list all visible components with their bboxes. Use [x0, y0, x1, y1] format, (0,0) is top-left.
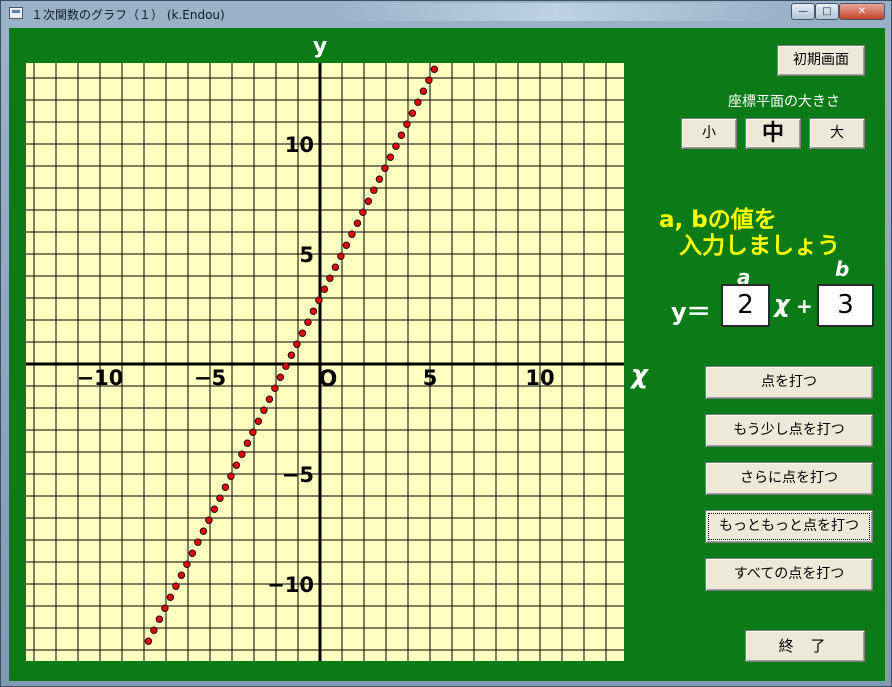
equation-x-symbol: χ: [774, 290, 790, 318]
plotted-point: [392, 142, 400, 150]
plotted-point: [370, 186, 378, 194]
plotted-point: [375, 175, 384, 183]
plotted-point: [282, 362, 290, 370]
plotted-point: [298, 329, 307, 337]
plot-points-button[interactable]: 点を打つ: [705, 366, 873, 399]
exit-button[interactable]: 終 了: [745, 630, 865, 662]
y-tick-label: −10: [267, 573, 314, 597]
plotted-point: [199, 527, 208, 535]
plotted-point: [188, 549, 197, 557]
plotted-point: [166, 593, 175, 601]
equation-y-equals: y＝: [671, 298, 711, 326]
plotted-point: [419, 87, 428, 95]
x-tick-label: −5: [194, 366, 226, 390]
plotted-point: [414, 98, 422, 106]
input-prompt-line2: 入力しましょう: [679, 233, 840, 259]
title-bar[interactable]: １次関数のグラフ（１） (k.Endou) — □ ✕: [1, 1, 891, 27]
equation-plus-sign: +: [796, 294, 813, 318]
plotted-point: [320, 285, 329, 293]
x-axis-label: χ: [629, 360, 650, 390]
plotted-point: [227, 472, 235, 480]
plotted-point: [150, 626, 158, 634]
plot-all-points-button[interactable]: すべての点を打つ: [705, 558, 873, 591]
plotted-point: [216, 494, 224, 502]
plotted-point: [155, 615, 164, 623]
plotted-point: [161, 604, 169, 612]
plotted-point: [293, 340, 301, 348]
plotted-point: [172, 582, 180, 590]
plot-even-more-points-button[interactable]: もっともっと点を打つ: [705, 510, 873, 543]
minimize-button[interactable]: —: [791, 3, 815, 20]
origin-label: O: [319, 367, 338, 392]
coefficient-b-input[interactable]: 3: [817, 284, 874, 327]
plotted-point: [144, 637, 153, 645]
plotted-point: [183, 560, 191, 568]
window-title: １次関数のグラフ（１） (k.Endou): [31, 8, 225, 22]
x-tick-label: −10: [77, 366, 124, 390]
plotted-point: [348, 230, 356, 238]
y-tick-label: 5: [299, 243, 314, 267]
plot-further-points-button[interactable]: さらに点を打つ: [705, 462, 873, 495]
plane-size-caption: 座標平面の大きさ: [728, 94, 840, 110]
plotted-point: [271, 384, 279, 392]
plotted-point: [238, 450, 246, 458]
plotted-point: [331, 263, 340, 271]
coefficient-a-input[interactable]: 2: [721, 284, 770, 327]
plotted-point: [337, 252, 345, 260]
app-icon: [9, 7, 23, 19]
size-small-button[interactable]: 小: [681, 118, 737, 149]
plotted-point: [315, 296, 323, 304]
plotted-point: [243, 439, 252, 447]
plotted-point: [342, 241, 351, 249]
plotted-point: [205, 516, 213, 524]
plot-background: [26, 63, 624, 661]
plotted-point: [364, 197, 373, 205]
title-bar-glass: [331, 3, 781, 21]
close-button[interactable]: ✕: [839, 3, 885, 20]
plotted-point: [359, 208, 367, 216]
y-tick-label: −5: [282, 463, 314, 487]
plotted-point: [397, 131, 406, 139]
plotted-point: [386, 153, 395, 161]
plotted-point: [254, 417, 263, 425]
plotted-point: [381, 164, 389, 172]
plotted-point: [326, 274, 334, 282]
y-tick-label: 10: [285, 133, 314, 157]
plotted-point: [232, 461, 241, 469]
plotted-point: [304, 318, 312, 326]
app-window: １次関数のグラフ（１） (k.Endou) — □ ✕ −10 −5 5 10 10 5−…: [0, 0, 892, 687]
plotted-point: [265, 395, 274, 403]
plotted-point: [276, 373, 285, 381]
y-axis-label: y: [313, 34, 327, 59]
plotted-point: [210, 505, 219, 513]
maximize-button[interactable]: □: [815, 3, 839, 20]
plotted-point: [430, 65, 439, 73]
plotted-point: [221, 483, 230, 491]
reset-button[interactable]: 初期画面: [777, 45, 865, 76]
plotted-point: [309, 307, 318, 315]
x-tick-label: 10: [525, 366, 554, 390]
plotted-point: [194, 538, 202, 546]
plotted-point: [408, 109, 417, 117]
size-large-button[interactable]: 大: [809, 118, 865, 149]
x-tick-label: 5: [423, 366, 438, 390]
plotted-point: [403, 120, 411, 128]
size-medium-button[interactable]: 中: [745, 118, 801, 149]
coefficient-b-label: b: [835, 257, 850, 281]
plotted-point: [260, 406, 268, 414]
plot-frame-right: [624, 28, 628, 681]
plotted-point: [425, 76, 433, 84]
client-area: −10 −5 5 10 10 5 −5 −10 y χ O 初期画面 座標平面の大きさ 小 中…: [9, 28, 885, 681]
plotted-point: [249, 428, 257, 436]
plotted-point: [353, 219, 362, 227]
plotted-point: [177, 571, 186, 579]
plot-more-points-button[interactable]: もう少し点を打つ: [705, 414, 873, 447]
plotted-point: [287, 351, 296, 359]
